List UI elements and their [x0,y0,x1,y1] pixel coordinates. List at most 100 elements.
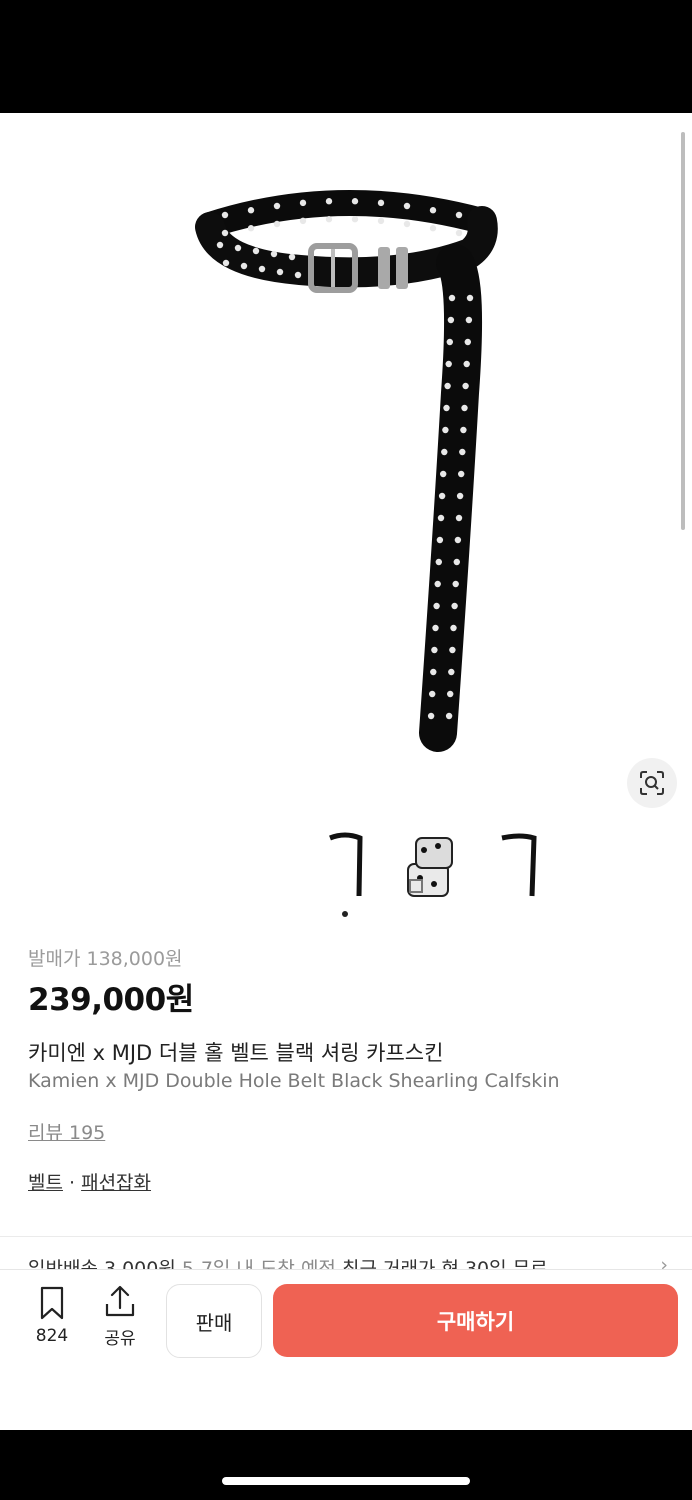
belt-stud [451,602,458,610]
belt-stud [456,492,464,500]
category-link-belt[interactable]: 벨트 [28,1172,63,1194]
belt-stud [273,202,281,210]
belt-thumb-icon [329,832,363,897]
belt-stud [429,207,437,214]
buy-button[interactable]: 구매하기 [273,1284,678,1357]
belt-stud [273,220,281,228]
belt-stud [455,211,463,219]
belt-stud [299,217,307,225]
share-button[interactable]: 공유 [96,1284,144,1349]
belt-stud [222,259,230,267]
category-separator: · [62,1172,82,1194]
belt-stud [452,580,459,588]
product-image[interactable] [0,113,692,813]
belt-stud [448,294,456,302]
bookmark-icon [40,1286,64,1320]
belt-stud [247,207,255,214]
belt-stud [438,492,446,500]
belt-stud [221,229,229,237]
belt-stud [429,225,437,232]
belt-stud [444,382,451,390]
belt-stud [440,470,447,478]
shipping-info-row[interactable]: 일반배송 3,000원 5-7일 내 도착 예정 최근 거래가 현 30일 무료… [28,1254,678,1270]
belt-stud [431,646,438,654]
belt-stud [460,426,467,434]
belt-stud [252,247,260,255]
belt-stud [461,404,468,412]
belt-stud [455,514,463,522]
belt-stud [437,514,445,522]
scrollbar[interactable] [681,132,685,530]
belt-stud [432,624,439,632]
belt-stud [464,338,471,346]
belt-stud [447,690,454,698]
belt-stud [436,536,444,544]
belt-stud [403,202,411,210]
image-search-icon [640,771,664,795]
belt-stud [258,265,266,273]
belt-stud [351,216,359,223]
carousel-indicator [342,911,348,917]
belt-stud [221,211,229,219]
breadcrumb: 벨트 · 패션잡화 [28,1168,151,1195]
belt-stud [299,199,307,207]
belt-stud [454,536,462,544]
thumbnail-2[interactable] [402,828,462,904]
belt-stud [450,624,457,632]
belt-stud [455,229,463,237]
divider [0,1236,692,1237]
belt-stud [276,268,284,276]
thumbnail-1[interactable] [315,828,375,904]
product-name-english: Kamien x MJD Double Hole Belt Black Shea… [28,1070,560,1092]
wishlist-count: 824 [35,1326,69,1346]
belt-stud [445,712,453,720]
belt-stud [325,198,333,205]
current-price: 239,000원 [28,982,194,1018]
belt-stud [446,338,453,346]
category-link-fashion-goods[interactable]: 패션잡화 [81,1172,151,1194]
belt-stud [240,262,248,270]
belt-stud [466,294,474,302]
belt-stud [429,690,436,698]
belt-coiled-thumb-icon [407,837,453,897]
home-bar-area [0,1430,692,1500]
home-indicator[interactable] [222,1477,470,1485]
sell-button[interactable]: 판매 [166,1284,262,1358]
belt-stud [270,250,278,258]
belt-stud [448,668,455,676]
belt-image [195,189,498,752]
status-bar [0,0,692,113]
wishlist-button[interactable]: 824 [26,1286,78,1346]
belt-stud [458,470,465,478]
belt-stud [433,602,440,610]
share-icon [105,1285,135,1317]
share-label: 공유 [104,1329,136,1349]
belt-thumb-icon [501,833,537,897]
belt-stud [445,360,452,368]
belt-stud [216,241,224,249]
belt-stud [435,558,442,566]
belt-stud [453,558,460,566]
belt-stud [294,271,302,279]
belt-stud [442,426,449,434]
belt-stud [463,360,470,368]
belt-stud [462,382,469,390]
belt-stud [434,580,441,588]
reviews-link[interactable]: 리뷰 195 [28,1118,105,1145]
belt-stud [377,199,385,207]
belt-stud [441,448,448,456]
belt-stud [427,712,435,720]
image-search-button[interactable] [627,758,677,808]
belt-stud [443,404,450,412]
belt-stud [430,668,437,676]
release-price: 발매가 138,000원 [28,948,183,970]
product-name-korean: 카미엔 x MJD 더블 홀 벨트 블랙 셔링 카프스킨 [28,1041,444,1065]
belt-stud [288,253,296,261]
thumbnail-3[interactable] [490,828,550,904]
belt-stud [247,225,255,232]
chevron-right-icon: › [660,1254,668,1270]
belt-stud [447,316,455,324]
belt-stud [234,244,242,252]
belt-stud [403,220,411,228]
belt-stud [459,448,466,456]
